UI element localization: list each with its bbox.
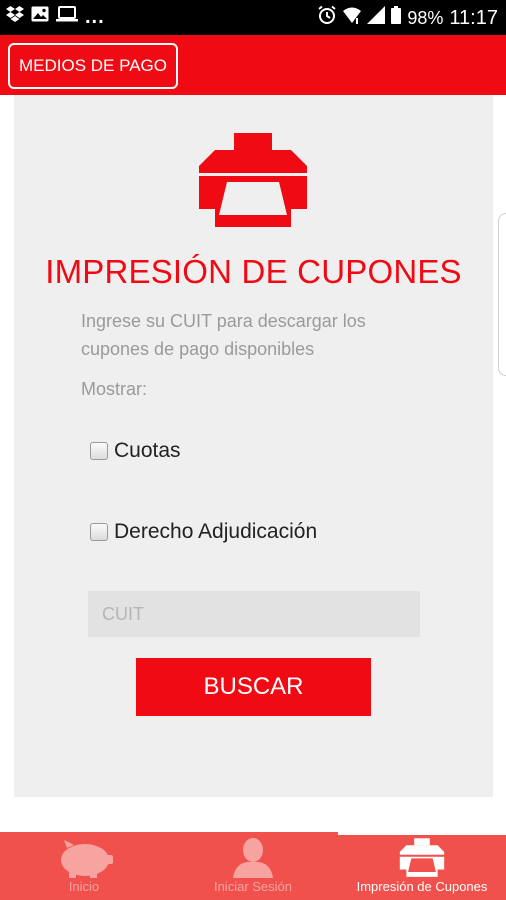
battery-icon: [391, 6, 402, 29]
cuit-input[interactable]: CUIT: [88, 591, 420, 637]
cuotas-option[interactable]: Cuotas: [90, 439, 181, 463]
active-tab-indicator: [338, 832, 506, 835]
nav-item-impresion-de-cupones[interactable]: Impresión de Cupones: [338, 832, 506, 900]
cuotas-label: Cuotas: [114, 439, 181, 462]
derecho-adjudicacion-checkbox[interactable]: [90, 523, 108, 541]
nav-item-inicio[interactable]: Inicio: [0, 832, 168, 900]
image-icon: [31, 6, 49, 27]
page-title: IMPRESIÓN DE CUPONES: [45, 253, 462, 290]
derecho-adjudicacion-option[interactable]: Derecho Adjudicación: [90, 520, 317, 544]
dropbox-icon: [6, 6, 24, 27]
more-notifications-dots: ...: [85, 5, 105, 28]
search-button[interactable]: BUSCAR: [136, 658, 371, 716]
derecho-adjudicacion-label: Derecho Adjudicación: [114, 520, 318, 543]
nav-label-inicio: Inicio: [68, 879, 100, 894]
bottom-navigation: Inicio Iniciar Sesión Impresión de Cupon…: [0, 832, 506, 900]
printer-icon: [399, 838, 445, 878]
edge-panel-handle[interactable]: [498, 213, 506, 376]
laptop-icon: [56, 6, 78, 27]
status-bar-notifications: ...: [6, 6, 105, 27]
printer-icon: [197, 133, 309, 234]
coupon-print-card: IMPRESIÓN DE CUPONES Ingrese su CUIT par…: [14, 95, 493, 797]
nav-item-iniciar-sesion[interactable]: Iniciar Sesión: [168, 832, 338, 900]
show-label: Mostrar:: [81, 379, 148, 399]
user-icon: [231, 838, 275, 878]
cuit-placeholder: CUIT: [102, 603, 144, 624]
instructions-text: Ingrese su CUIT para descargar los cupon…: [81, 311, 366, 359]
nav-label-impresion-de-cupones: Impresión de Cupones: [356, 879, 488, 894]
battery-percentage: 98%: [407, 7, 444, 28]
top-app-bar: MEDIOS DE PAGO: [0, 35, 506, 95]
alarm-icon: [317, 5, 337, 30]
clock: 11:17: [449, 6, 498, 29]
signal-icon: [367, 6, 386, 29]
wifi-icon: [343, 6, 362, 29]
cuotas-checkbox[interactable]: [90, 442, 108, 460]
status-bar: ... 98% 11:17: [0, 0, 506, 35]
medios-de-pago-button[interactable]: MEDIOS DE PAGO: [8, 43, 178, 89]
status-bar-system: 98% 11:17: [317, 5, 498, 30]
piggy-bank-icon: [54, 838, 114, 878]
nav-label-iniciar-sesion: Iniciar Sesión: [213, 879, 293, 894]
